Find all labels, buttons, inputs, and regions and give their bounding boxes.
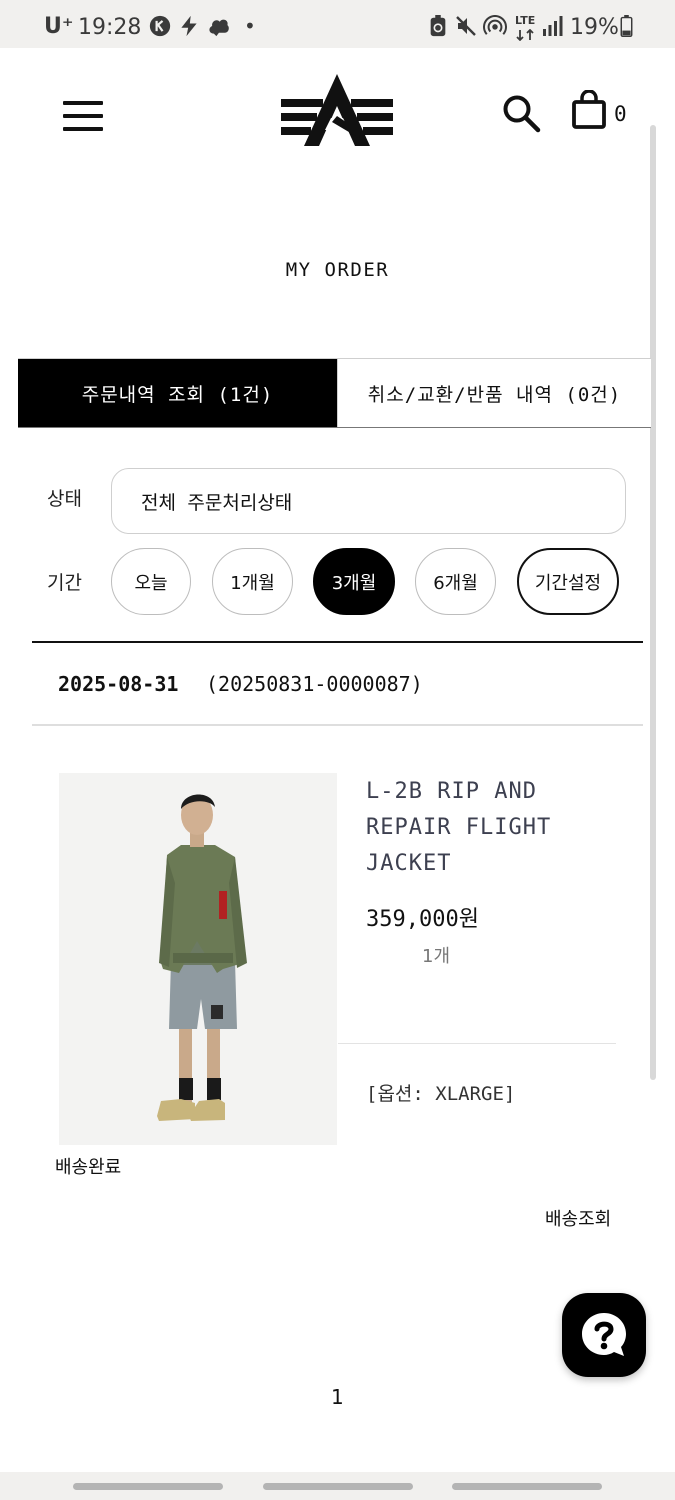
kakao-icon: [149, 15, 171, 37]
product-image[interactable]: [59, 773, 337, 1145]
battery-percent: 19%: [570, 15, 619, 40]
brand-logo[interactable]: [279, 72, 395, 148]
chat-help-button[interactable]: [562, 1293, 646, 1377]
menu-icon[interactable]: [63, 101, 103, 131]
product-quantity: 1개: [422, 946, 451, 967]
system-navigation-bar: [0, 1472, 675, 1500]
mute-icon: [456, 16, 476, 36]
product-price: 359,000원: [366, 907, 479, 932]
cart-count: 0: [614, 102, 627, 126]
tab-order-history[interactable]: 주문내역 조회 (1건): [18, 359, 337, 427]
delivery-status: 배송완료: [55, 1157, 122, 1178]
nav-recents-button[interactable]: [73, 1483, 223, 1490]
nav-back-button[interactable]: [452, 1483, 602, 1490]
status-bar: U⁺ 19:28 • LTE 19%: [0, 0, 675, 48]
period-label: 기간: [47, 572, 82, 594]
nav-home-button[interactable]: [263, 1483, 413, 1490]
hotspot-icon: [482, 15, 508, 35]
carrier-label: U⁺: [44, 14, 74, 39]
tab-cancel-exchange-return[interactable]: 취소/교환/반품 내역 (0건): [337, 359, 651, 427]
period-custom-button[interactable]: 기간설정: [517, 548, 619, 615]
cloud-icon: [209, 19, 229, 37]
track-delivery-button[interactable]: 배송조회: [545, 1205, 611, 1231]
data-arrows-icon: [516, 29, 534, 41]
lightning-icon: [181, 15, 197, 37]
divider: [32, 724, 643, 726]
recycle-icon: [430, 15, 446, 37]
order-number: (20250831-0000087): [206, 672, 423, 696]
signal-icon: [543, 16, 563, 36]
product-option: [옵션: XLARGE]: [366, 1083, 516, 1105]
status-label: 상태: [47, 488, 82, 510]
search-icon[interactable]: [501, 93, 541, 133]
divider: [32, 641, 643, 643]
notification-dot: •: [244, 14, 256, 38]
network-type: LTE: [515, 14, 536, 27]
period-1month-button[interactable]: 1개월: [212, 548, 293, 615]
product-photo: [59, 773, 337, 1145]
chat-question-icon: [582, 1313, 626, 1356]
period-today-button[interactable]: 오늘: [111, 548, 191, 615]
status-select[interactable]: 전체 주문처리상태: [111, 468, 626, 534]
product-name[interactable]: L-2B RIP AND REPAIR FLIGHT JACKET: [366, 774, 616, 882]
pagination-page-1[interactable]: 1: [331, 1385, 344, 1409]
cart-icon[interactable]: [571, 90, 607, 130]
status-time: 19:28: [78, 15, 142, 40]
order-date: 2025-08-31: [58, 672, 179, 696]
period-6month-button[interactable]: 6개월: [415, 548, 496, 615]
divider: [338, 1043, 616, 1044]
period-3month-button[interactable]: 3개월: [313, 548, 395, 615]
battery-icon: [620, 15, 633, 37]
page-title: MY ORDER: [285, 259, 390, 281]
order-tabs: 주문내역 조회 (1건) 취소/교환/반품 내역 (0건): [18, 358, 651, 428]
